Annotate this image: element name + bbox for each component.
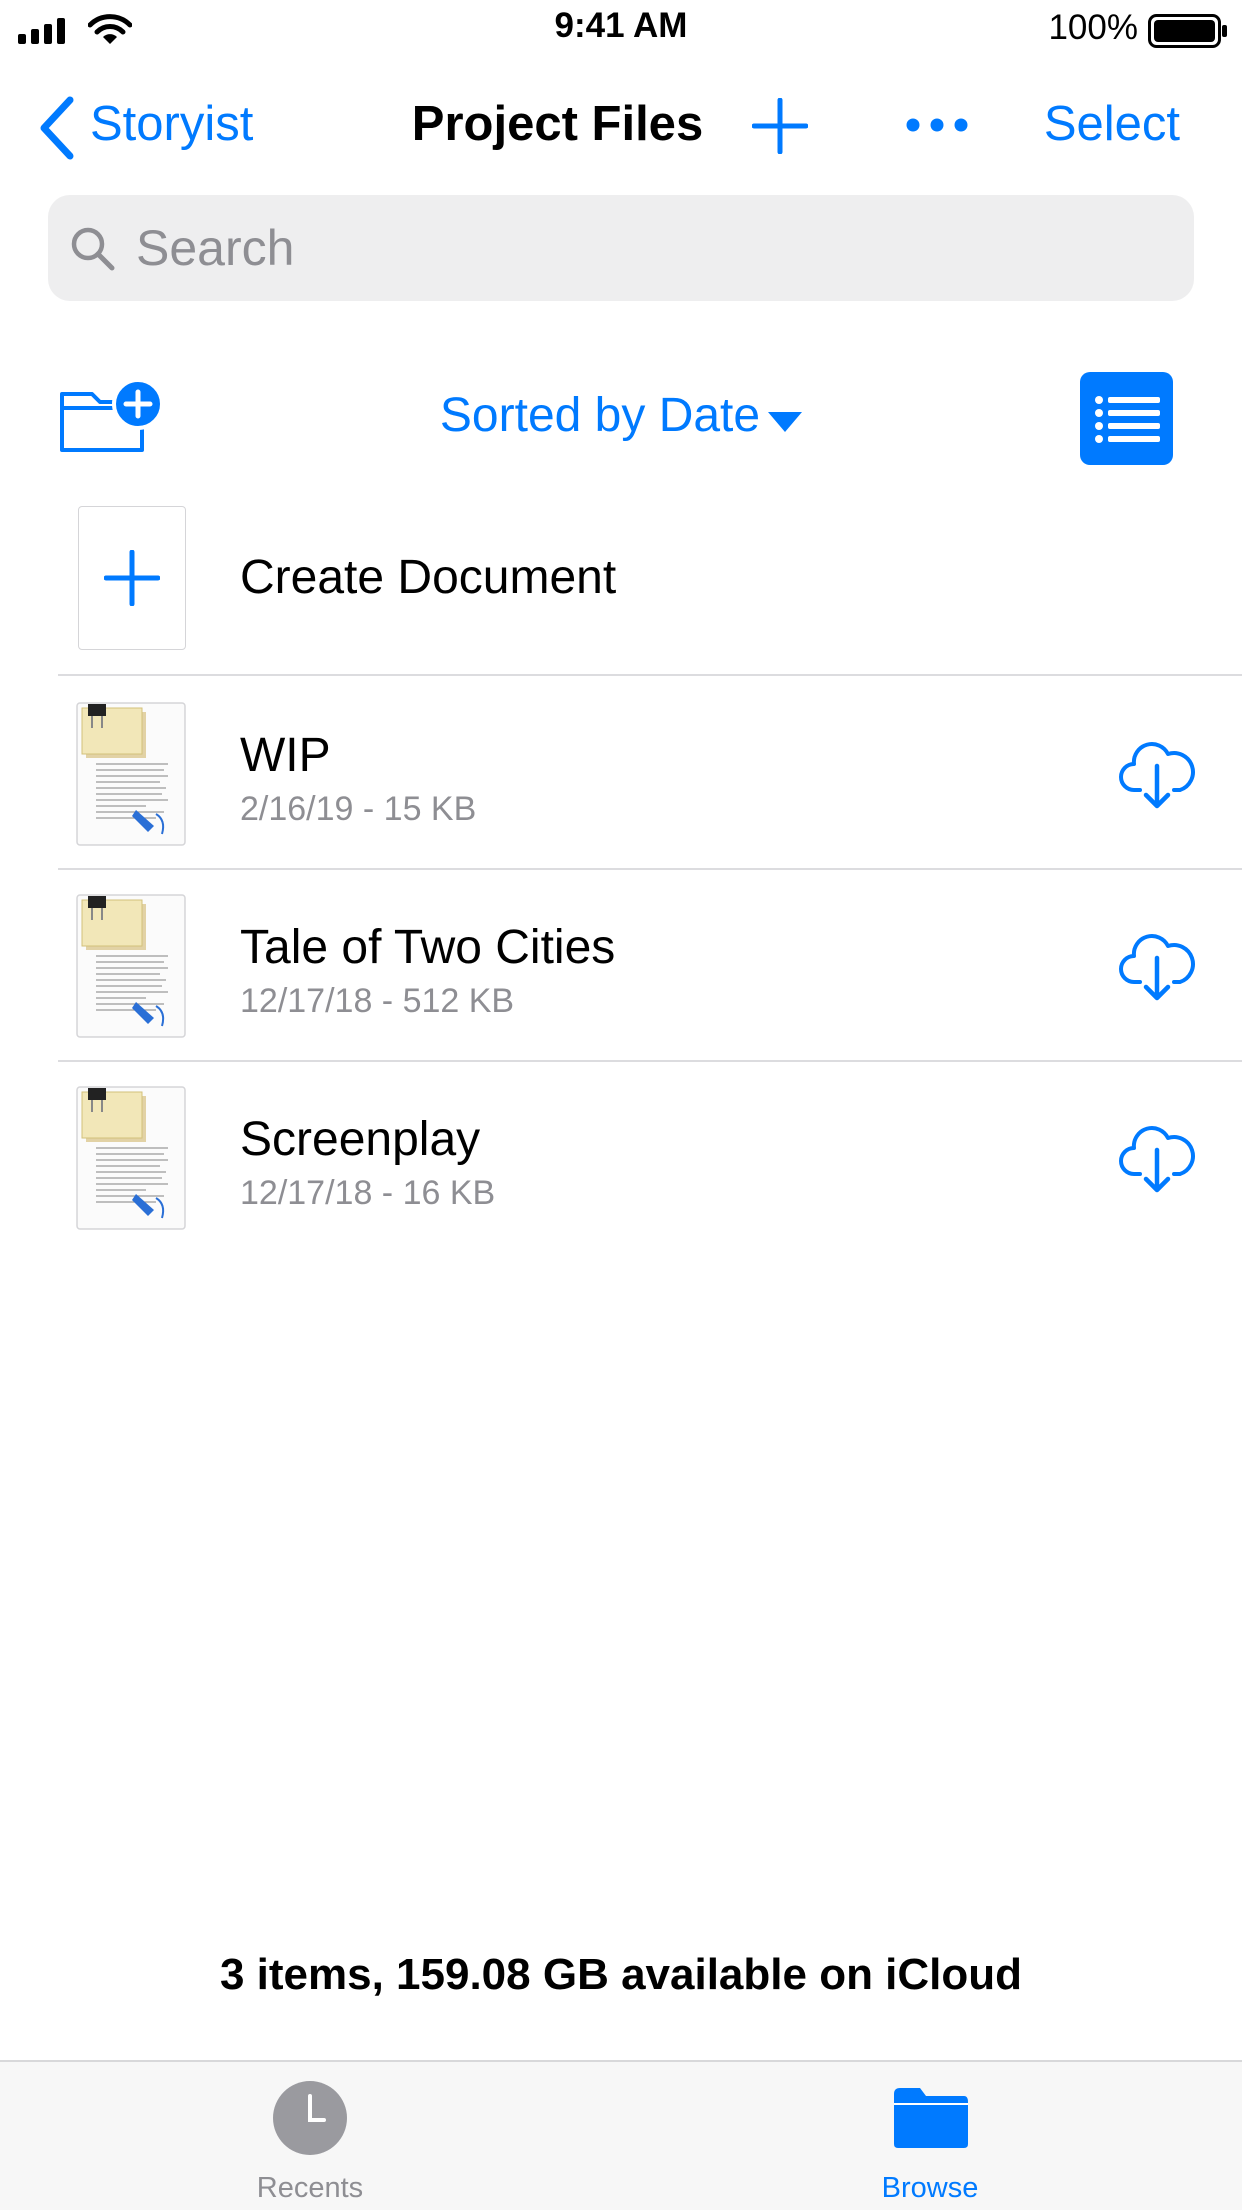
clock-icon <box>273 2081 347 2155</box>
cloud-download-icon[interactable] <box>1118 926 1196 1004</box>
create-document-thumbnail <box>78 506 186 650</box>
tab-browse[interactable]: Browse <box>780 2062 1080 2210</box>
file-row-tale-of-two-cities[interactable]: Tale of Two Cities 12/17/18 - 512 KB <box>58 870 1242 1062</box>
more-options-icon[interactable] <box>905 117 969 133</box>
file-row-wip[interactable]: WIP 2/16/19 - 15 KB <box>58 678 1242 870</box>
cloud-download-icon[interactable] <box>1118 734 1196 812</box>
search-icon <box>71 227 115 271</box>
create-document-label: Create Document <box>240 551 617 604</box>
cloud-download-icon[interactable] <box>1118 1118 1196 1196</box>
tab-bar: Recents Browse <box>0 2060 1242 2210</box>
battery-icon <box>1148 14 1227 48</box>
file-name: Tale of Two Cities <box>240 921 616 974</box>
file-name: WIP <box>240 729 331 782</box>
sort-dropdown[interactable]: Sorted by Date <box>0 388 1242 446</box>
search-input[interactable] <box>136 195 1166 301</box>
storage-summary: 3 items, 159.08 GB available on iCloud <box>219 1950 1023 1999</box>
file-name: Screenplay <box>240 1113 481 1166</box>
divider <box>58 674 1242 676</box>
status-bar: 9:41 AM 100% <box>0 0 1242 60</box>
storyist-document-icon <box>76 894 186 1038</box>
sort-label: Sorted by Date <box>439 389 761 442</box>
select-button[interactable]: Select <box>1044 96 1180 152</box>
search-bar <box>48 195 1194 301</box>
list-view-button[interactable] <box>1080 372 1173 465</box>
file-meta: 12/17/18 - 512 KB <box>240 982 515 1020</box>
list-icon <box>1095 396 1160 443</box>
folder-icon <box>894 2088 968 2148</box>
caret-down-icon <box>768 411 803 432</box>
tab-label: Browse <box>881 2172 979 2204</box>
create-document-row[interactable]: Create Document <box>58 506 1242 676</box>
file-meta: 12/17/18 - 16 KB <box>240 1174 496 1212</box>
storyist-document-icon <box>76 702 186 846</box>
file-meta: 2/16/19 - 15 KB <box>240 790 477 828</box>
storyist-document-icon <box>76 1086 186 1230</box>
battery-percent: 100% <box>1048 8 1138 47</box>
plus-icon <box>104 550 160 606</box>
add-icon[interactable] <box>752 98 808 154</box>
file-row-screenplay[interactable]: Screenplay 12/17/18 - 16 KB <box>58 1062 1242 1254</box>
tab-label: Recents <box>256 2172 364 2204</box>
tab-recents[interactable]: Recents <box>160 2062 460 2210</box>
